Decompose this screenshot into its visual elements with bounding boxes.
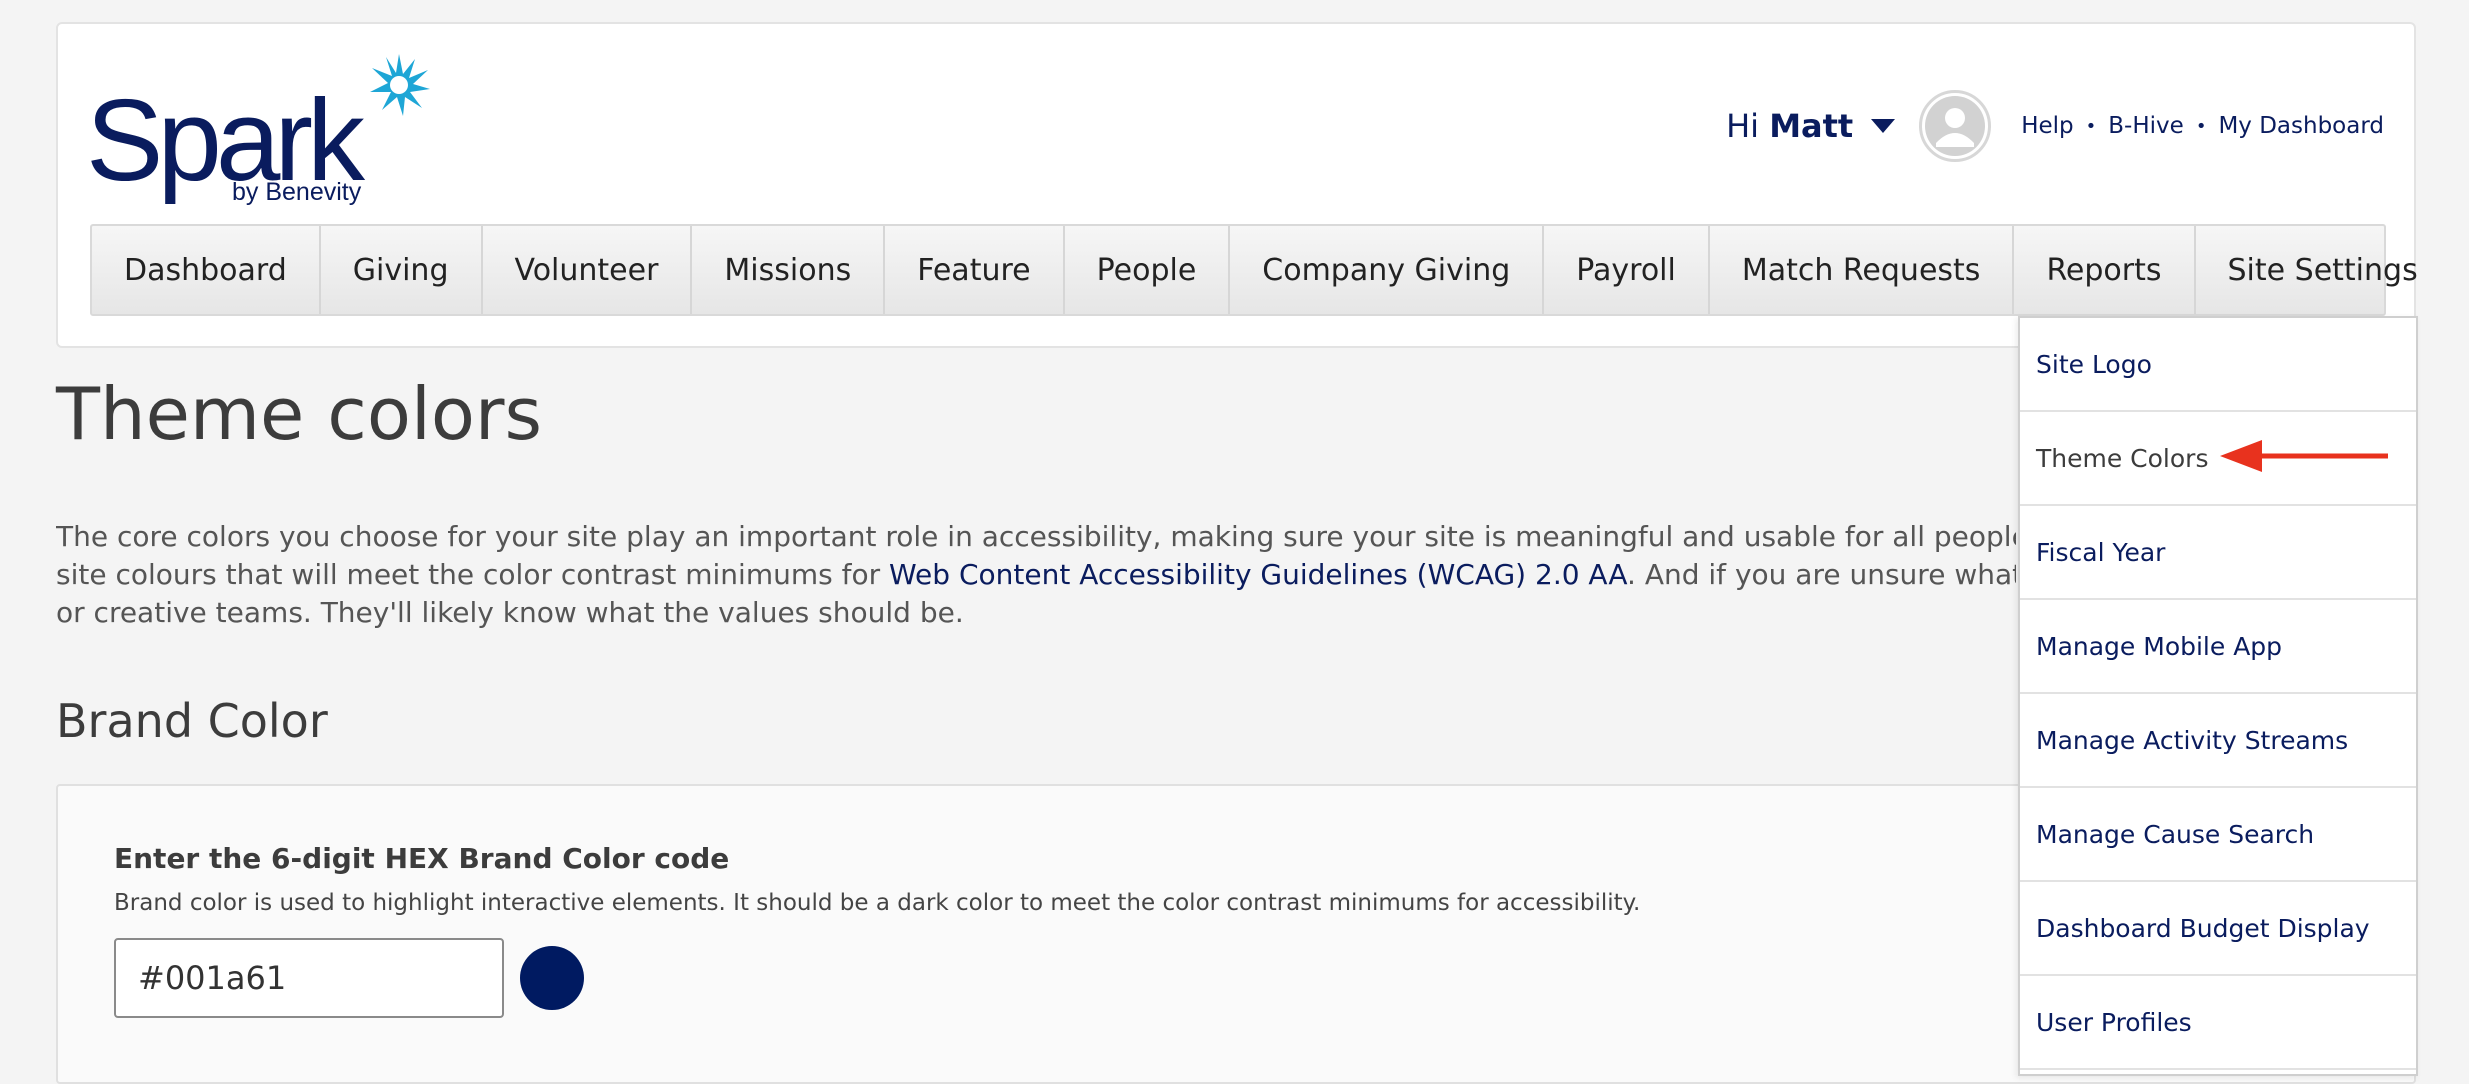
greeting-text: Hi	[1726, 107, 1760, 145]
b-hive-link[interactable]: B-Hive	[2108, 113, 2184, 139]
nav-site-settings[interactable]: Site Settings	[2196, 226, 2450, 314]
menu-item-manage-cause-search[interactable]: Manage Cause Search	[2020, 788, 2416, 882]
intro-text: . And if you are unsure what values to a…	[1627, 558, 2016, 591]
nav-company-giving[interactable]: Company Giving	[1230, 226, 1545, 314]
annotation-arrow-icon	[2220, 440, 2388, 472]
intro-text: site colours that will meet the color co…	[56, 558, 890, 591]
link-separator: •	[2085, 115, 2097, 137]
nav-reports[interactable]: Reports	[2014, 226, 2196, 314]
nav-people[interactable]: People	[1065, 226, 1231, 314]
nav-giving[interactable]: Giving	[321, 226, 483, 314]
user-silhouette-icon	[1925, 96, 1986, 156]
menu-item-site-logo[interactable]: Site Logo	[2020, 318, 2416, 412]
header: Spark by Benevity Hi Matt Help • B-Hive …	[56, 22, 2418, 348]
menu-item-fiscal-year[interactable]: Fiscal Year	[2020, 506, 2416, 600]
spark-star-icon	[370, 54, 430, 116]
user-area: Hi Matt Help • B-Hive • My Dashboard	[1726, 86, 2384, 166]
top-links: Help • B-Hive • My Dashboard	[2021, 113, 2384, 139]
spark-logo[interactable]: Spark by Benevity	[86, 52, 430, 212]
avatar[interactable]	[1919, 90, 1992, 162]
nav-dashboard[interactable]: Dashboard	[92, 226, 321, 314]
brand-color-swatch	[520, 946, 584, 1010]
main-nav: Dashboard Giving Volunteer Missions Feat…	[90, 224, 2418, 316]
wcag-link[interactable]: Web Content Accessibility Guidelines (WC…	[889, 558, 1627, 591]
intro-line-2: site colours that will meet the color co…	[56, 556, 2016, 594]
menu-item-dashboard-budget-display[interactable]: Dashboard Budget Display	[2020, 882, 2416, 976]
brand-color-hex-input[interactable]	[114, 938, 504, 1018]
brand-color-label: Enter the 6-digit HEX Brand Color code	[114, 842, 730, 875]
help-link[interactable]: Help	[2021, 113, 2073, 139]
my-dashboard-link[interactable]: My Dashboard	[2218, 113, 2384, 139]
brand-color-help: Brand color is used to highlight interac…	[114, 890, 1641, 916]
intro-paragraph: The core colors you choose for your site…	[56, 518, 2016, 638]
nav-match-requests[interactable]: Match Requests	[1710, 226, 2015, 314]
nav-payroll[interactable]: Payroll	[1544, 226, 1710, 314]
menu-item-manage-activity-streams[interactable]: Manage Activity Streams	[2020, 694, 2416, 788]
site-settings-dropdown: Site Logo Theme Colors Fiscal Year Manag…	[2018, 316, 2418, 1076]
intro-line-3: or creative teams. They'll likely know w…	[56, 596, 964, 629]
menu-item-user-profiles[interactable]: User Profiles	[2020, 976, 2416, 1070]
nav-feature[interactable]: Feature	[885, 226, 1065, 314]
nav-volunteer[interactable]: Volunteer	[483, 226, 693, 314]
user-menu-toggle[interactable]: Hi Matt	[1726, 107, 1853, 145]
nav-missions[interactable]: Missions	[692, 226, 886, 314]
link-separator: •	[2195, 115, 2207, 137]
caret-down-icon[interactable]	[1869, 116, 1897, 136]
logo-byline: by Benevity	[232, 178, 362, 206]
menu-item-manage-mobile-app[interactable]: Manage Mobile App	[2020, 600, 2416, 694]
page-title: Theme colors	[56, 372, 543, 456]
brand-color-heading: Brand Color	[56, 694, 328, 748]
intro-line-1: The core colors you choose for your site…	[56, 520, 2016, 553]
user-name: Matt	[1769, 107, 1854, 145]
